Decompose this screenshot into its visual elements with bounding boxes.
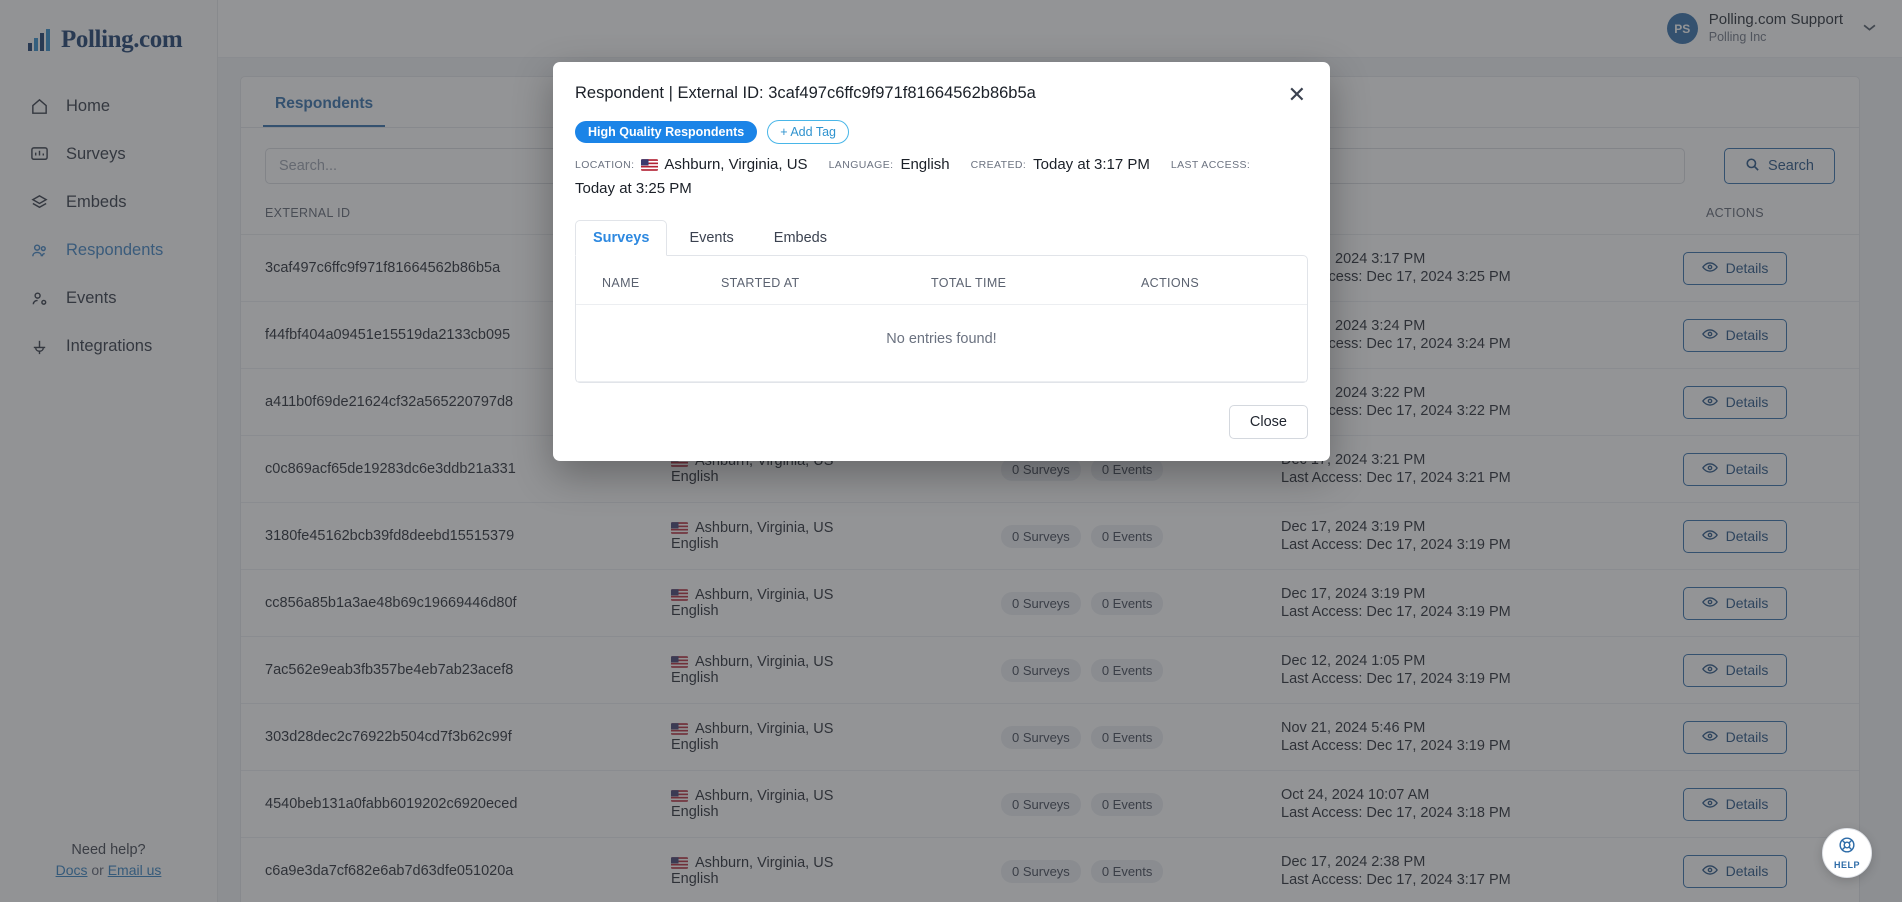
modal-column-name: NAME xyxy=(576,256,721,305)
meta-location-text: Ashburn, Virginia, US xyxy=(664,156,808,173)
meta-location-key: LOCATION: xyxy=(575,158,635,171)
modal-table-header-row: NAME STARTED AT TOTAL TIME ACTIONS xyxy=(576,256,1307,305)
close-icon[interactable]: ✕ xyxy=(1286,84,1308,106)
modal-column-total-time: TOTAL TIME xyxy=(931,256,1141,305)
modal-header: Respondent | External ID: 3caf497c6ffc9f… xyxy=(553,62,1330,106)
modal-column-started-at: STARTED AT xyxy=(721,256,931,305)
meta-last-access-key: LAST ACCESS: xyxy=(1170,158,1251,171)
respondent-detail-modal: Respondent | External ID: 3caf497c6ffc9f… xyxy=(553,62,1330,461)
app-root: Polling.com Home Surveys Embeds xyxy=(0,0,1902,902)
modal-table-body: No entries found! xyxy=(576,304,1307,382)
us-flag-icon xyxy=(641,158,659,171)
empty-message: No entries found! xyxy=(576,304,1307,382)
help-fab-label: HELP xyxy=(1833,860,1860,870)
meta-location-value: Ashburn, Virginia, US xyxy=(641,156,808,173)
close-button[interactable]: Close xyxy=(1228,405,1308,439)
modal-footer: Close xyxy=(553,383,1330,439)
modal-empty-row: No entries found! xyxy=(576,304,1307,382)
meta-created-key: CREATED: xyxy=(970,158,1027,171)
modal-table-head: NAME STARTED AT TOTAL TIME ACTIONS xyxy=(576,256,1307,305)
modal-tab-surveys[interactable]: Surveys xyxy=(575,220,668,256)
modal-tab-events[interactable]: Events xyxy=(671,220,751,256)
modal-column-actions: ACTIONS xyxy=(1141,256,1307,305)
help-fab-button[interactable]: HELP xyxy=(1822,828,1872,878)
modal-tabs: Surveys Events Embeds xyxy=(553,197,1330,256)
meta-language-value: English xyxy=(900,156,950,173)
lifebuoy-icon xyxy=(1838,836,1856,859)
modal-surveys-table: NAME STARTED AT TOTAL TIME ACTIONS No en… xyxy=(576,256,1307,382)
modal-tab-embeds[interactable]: Embeds xyxy=(756,220,845,256)
meta-last-access-value: Today at 3:25 PM xyxy=(575,180,692,197)
modal-tab-panel: NAME STARTED AT TOTAL TIME ACTIONS No en… xyxy=(575,255,1308,383)
meta-language-key: LANGUAGE: xyxy=(828,158,894,171)
modal-title: Respondent | External ID: 3caf497c6ffc9f… xyxy=(575,84,1036,102)
meta-created-value: Today at 3:17 PM xyxy=(1033,156,1150,173)
add-tag-button[interactable]: + Add Tag xyxy=(767,120,849,144)
modal-meta: LOCATION: Ashburn, Virginia, US LANGUAGE… xyxy=(553,144,1330,197)
status-badge: High Quality Respondents xyxy=(575,121,758,143)
tag-row: High Quality Respondents + Add Tag xyxy=(553,106,1330,144)
